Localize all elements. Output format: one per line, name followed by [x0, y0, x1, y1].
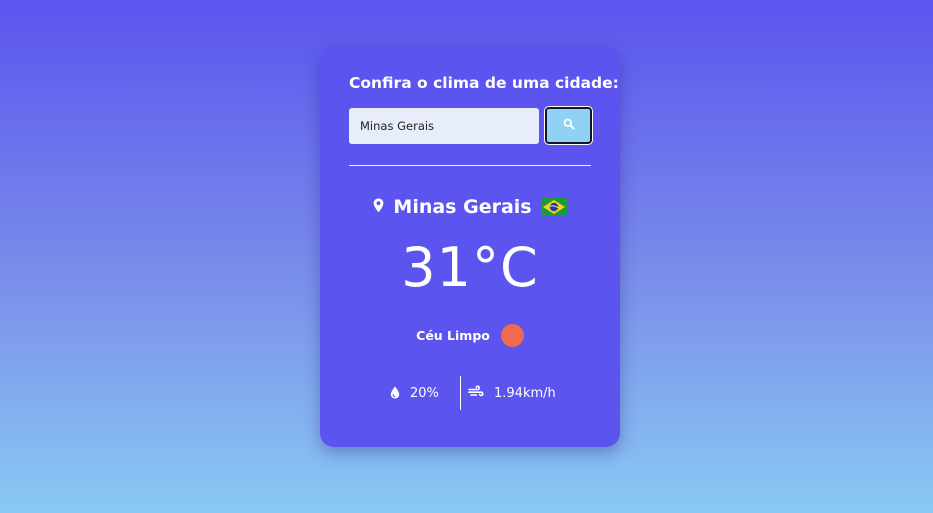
wind-icon: [468, 384, 484, 403]
divider: [349, 165, 591, 166]
details-divider: [460, 376, 461, 410]
wind: 1.94km/h: [468, 384, 556, 403]
city-row: Minas Gerais: [320, 196, 620, 218]
weather-description: Céu Limpo: [416, 328, 490, 343]
brazil-flag-icon: [540, 198, 567, 216]
weather-details: 20% 1.94km/h: [320, 376, 620, 410]
search-icon: [563, 118, 575, 133]
map-pin-icon: [373, 198, 384, 217]
city-search-input[interactable]: [349, 108, 539, 144]
city-name: Minas Gerais: [393, 196, 532, 218]
humidity-value: 20%: [410, 386, 439, 401]
search-button[interactable]: [545, 107, 592, 144]
condition-row: Céu Limpo: [320, 324, 620, 347]
search-heading: Confira o clima de uma cidade:: [349, 74, 619, 92]
temperature: 31°C: [401, 236, 539, 299]
droplet-icon: [390, 384, 400, 403]
wind-value: 1.94km/h: [494, 386, 556, 401]
sun-icon: [500, 324, 524, 347]
humidity: 20%: [390, 384, 439, 403]
weather-card: Confira o clima de uma cidade: Minas Ger…: [320, 46, 620, 447]
